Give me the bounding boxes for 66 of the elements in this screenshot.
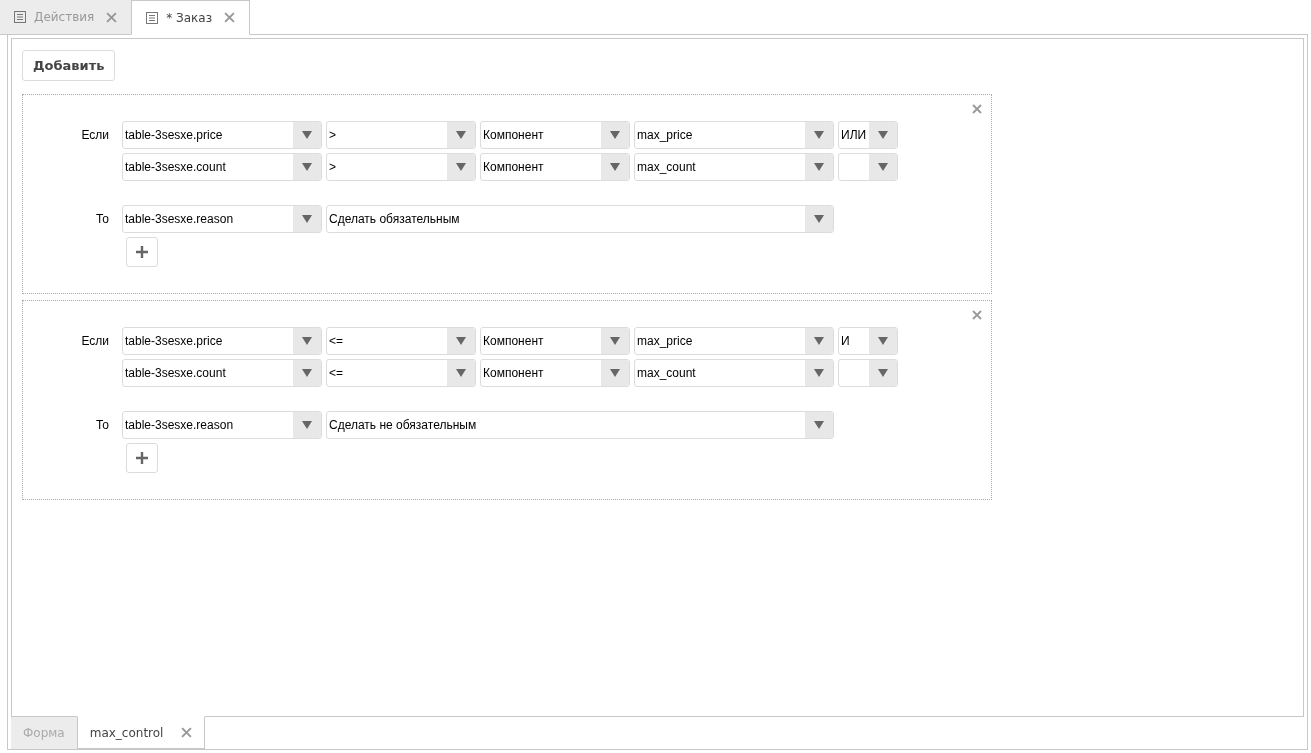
- dropdown-arrow-icon: [456, 369, 466, 377]
- operator-select[interactable]: <=: [326, 327, 476, 355]
- dropdown-arrow-icon: [814, 337, 824, 345]
- dropdown-arrow-icon: [302, 421, 312, 429]
- document-icon: [14, 11, 26, 23]
- close-icon[interactable]: [972, 104, 982, 114]
- conjunction-select[interactable]: ИЛИ: [838, 121, 898, 149]
- dropdown-arrow-icon: [814, 421, 824, 429]
- add-action-button[interactable]: [126, 443, 158, 473]
- plus-icon: [136, 246, 148, 258]
- dropdown-arrow-icon: [814, 215, 824, 223]
- dropdown-arrow-icon: [814, 131, 824, 139]
- value-select[interactable]: max_price: [634, 121, 834, 149]
- close-icon[interactable]: [972, 310, 982, 320]
- dropdown-arrow-icon: [610, 131, 620, 139]
- field-select[interactable]: table-3sesxe.count: [122, 359, 322, 387]
- dropdown-arrow-icon: [814, 163, 824, 171]
- value-select[interactable]: max_price: [634, 327, 834, 355]
- source-select[interactable]: Компонент: [480, 327, 630, 355]
- dropdown-arrow-icon: [456, 337, 466, 345]
- field-select[interactable]: table-3sesxe.count: [122, 153, 322, 181]
- target-select[interactable]: table-3sesxe.reason: [122, 205, 322, 233]
- operator-select[interactable]: <=: [326, 359, 476, 387]
- row-label: То: [95, 211, 109, 228]
- close-icon[interactable]: [224, 12, 236, 23]
- row-label: Если: [81, 127, 109, 144]
- dropdown-arrow-icon: [814, 369, 824, 377]
- dropdown-arrow-icon: [302, 215, 312, 223]
- field-select[interactable]: table-3sesxe.price: [122, 121, 322, 149]
- document-icon: [146, 11, 159, 24]
- plus-icon: [136, 452, 148, 464]
- dropdown-arrow-icon: [610, 163, 620, 171]
- dropdown-arrow-icon: [610, 369, 620, 377]
- dropdown-arrow-icon: [878, 131, 888, 139]
- dropdown-arrow-icon: [456, 163, 466, 171]
- conjunction-select[interactable]: И: [838, 327, 898, 355]
- dropdown-arrow-icon: [302, 163, 312, 171]
- close-icon[interactable]: [181, 727, 193, 738]
- action-select[interactable]: Сделать обязательным: [326, 205, 834, 233]
- action-select[interactable]: Сделать не обязательным: [326, 411, 834, 439]
- value-select[interactable]: max_count: [634, 153, 834, 181]
- source-select[interactable]: Компонент: [480, 153, 630, 181]
- field-select[interactable]: table-3sesxe.price: [122, 327, 322, 355]
- operator-select[interactable]: >: [326, 121, 476, 149]
- dropdown-arrow-icon: [610, 337, 620, 345]
- add-action-button[interactable]: [126, 237, 158, 267]
- row-label: Если: [81, 333, 109, 350]
- conjunction-select[interactable]: [838, 153, 898, 181]
- dropdown-arrow-icon: [878, 337, 888, 345]
- operator-select[interactable]: >: [326, 153, 476, 181]
- dropdown-arrow-icon: [878, 163, 888, 171]
- tab[interactable]: max_control: [76, 716, 206, 749]
- dropdown-arrow-icon: [302, 337, 312, 345]
- tab[interactable]: * Заказ: [131, 0, 251, 35]
- source-select[interactable]: Компонент: [480, 121, 630, 149]
- value-select[interactable]: max_count: [634, 359, 834, 387]
- add-button[interactable]: Добавить: [22, 50, 116, 81]
- dropdown-arrow-icon: [302, 131, 312, 139]
- target-select[interactable]: table-3sesxe.reason: [122, 411, 322, 439]
- conjunction-select[interactable]: [838, 359, 898, 387]
- dropdown-arrow-icon: [878, 369, 888, 377]
- dropdown-arrow-icon: [302, 369, 312, 377]
- dropdown-arrow-icon: [456, 131, 466, 139]
- row-label: То: [95, 417, 109, 434]
- close-icon[interactable]: [106, 11, 118, 23]
- source-select[interactable]: Компонент: [480, 359, 630, 387]
